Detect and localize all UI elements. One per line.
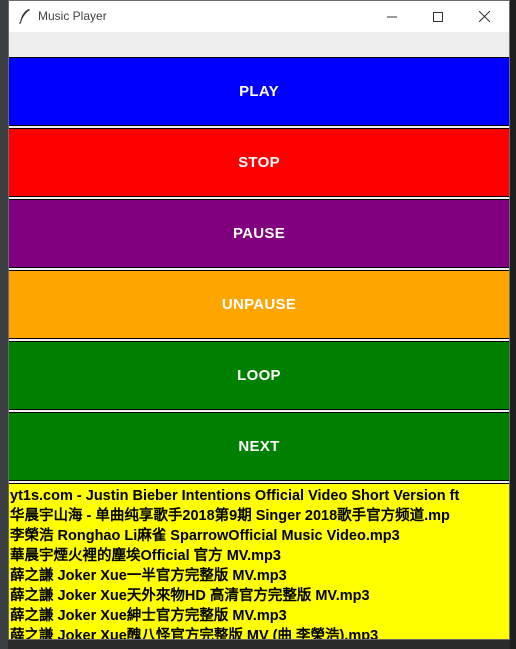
close-button[interactable] <box>461 1 507 32</box>
maximize-icon <box>433 11 443 22</box>
playlist-item[interactable]: 薛之謙 Joker Xue醜八怪官方完整版 MV (曲 李榮浩).mp3 <box>10 626 509 639</box>
play-button[interactable]: PLAY <box>9 57 509 126</box>
feather-icon <box>19 9 30 24</box>
playlist-item[interactable]: 薛之謙 Joker Xue紳士官方完整版 MV.mp3 <box>10 606 509 626</box>
title-bar[interactable]: Music Player <box>9 1 509 32</box>
next-button[interactable]: NEXT <box>9 412 509 481</box>
playlist-box[interactable]: yt1s.com - Justin Bieber Intentions Offi… <box>9 483 509 639</box>
playlist-item[interactable]: yt1s.com - Justin Bieber Intentions Offi… <box>10 486 509 506</box>
stop-button[interactable]: STOP <box>9 128 509 197</box>
playlist-item[interactable]: 薛之謙 Joker Xue天外來物HD 高清官方完整版 MV.mp3 <box>10 586 509 606</box>
pause-button[interactable]: PAUSE <box>9 199 509 268</box>
minimize-button[interactable] <box>369 1 415 32</box>
maximize-button[interactable] <box>415 1 461 32</box>
unpause-button[interactable]: UNPAUSE <box>9 270 509 339</box>
window-title: Music Player <box>38 9 107 23</box>
playlist-item[interactable]: 薛之謙 Joker Xue一半官方完整版 MV.mp3 <box>10 566 509 586</box>
music-player-window: Music Player PLAY STOP PAUSE UNPAUSE LOO… <box>8 0 510 640</box>
window-top-band <box>9 32 509 56</box>
loop-button[interactable]: LOOP <box>9 341 509 410</box>
playlist-item[interactable]: 华晨宇山海 - 单曲纯享歌手2018第9期 Singer 2018歌手官方频道.… <box>10 506 509 526</box>
playlist-item[interactable]: 華晨宇煙火裡的塵埃Official 官方 MV.mp3 <box>10 546 509 566</box>
close-icon <box>478 11 490 22</box>
playlist-item[interactable]: 李榮浩 Ronghao Li麻雀 SparrowOfficial Music V… <box>10 526 509 546</box>
minimize-icon <box>387 16 397 17</box>
playlist: yt1s.com - Justin Bieber Intentions Offi… <box>9 484 509 639</box>
ide-left-gutter <box>0 0 8 649</box>
ide-right-edge <box>510 0 516 649</box>
